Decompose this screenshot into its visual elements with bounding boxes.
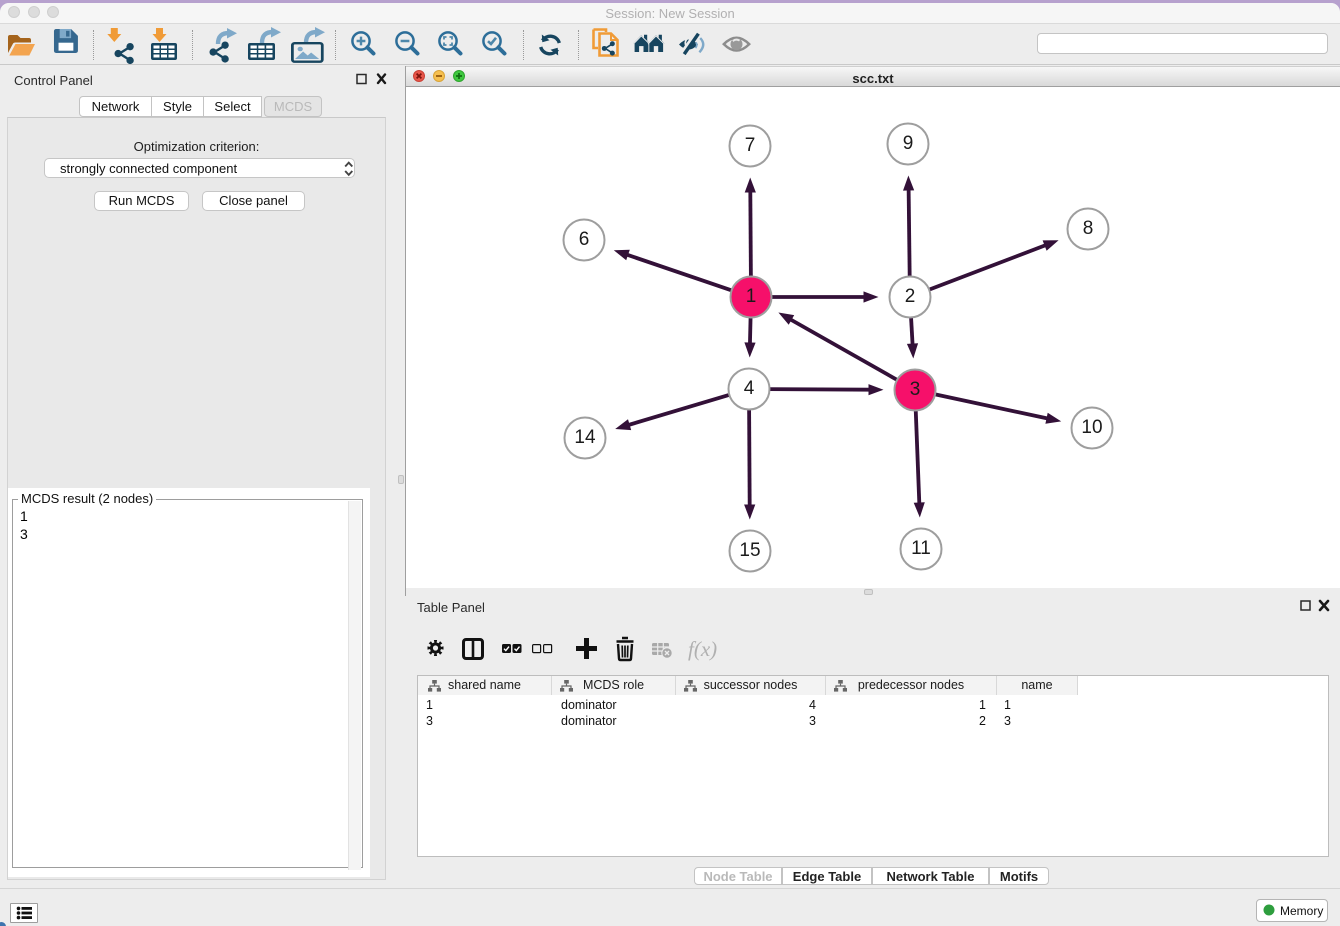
svg-text:3: 3 (910, 379, 921, 400)
svg-text:10: 10 (1081, 417, 1102, 438)
svg-text:11: 11 (911, 538, 931, 559)
svg-text:14: 14 (574, 427, 596, 448)
svg-text:7: 7 (745, 135, 756, 156)
svg-text:f(x): f(x) (688, 637, 717, 661)
svg-text:4: 4 (744, 378, 755, 399)
svg-text:6: 6 (579, 229, 590, 250)
svg-text:9: 9 (903, 133, 914, 154)
svg-text:1: 1 (746, 286, 757, 307)
svg-text:8: 8 (1083, 218, 1094, 239)
svg-text:15: 15 (739, 540, 760, 561)
svg-text:2: 2 (905, 286, 916, 307)
